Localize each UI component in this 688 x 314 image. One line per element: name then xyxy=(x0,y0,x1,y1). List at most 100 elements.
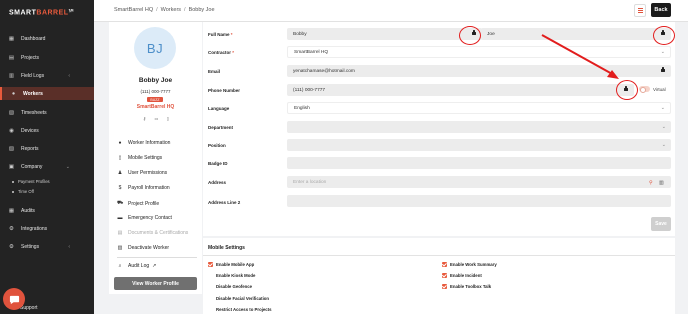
sidebar-item-devices[interactable]: ◉ Devices xyxy=(0,124,94,137)
language-label: Language xyxy=(208,106,230,111)
save-button[interactable]: Save xyxy=(651,217,671,231)
menu-payroll-information[interactable]: $ Payroll Information xyxy=(117,185,170,191)
hamburger-icon xyxy=(637,10,643,11)
chevron-down-icon: ⌄ xyxy=(661,124,666,130)
menu-project-profile[interactable]: ⛟ Project Profile xyxy=(117,200,159,207)
annotation-circle xyxy=(653,26,675,45)
sidebar-item-settings[interactable]: ⚙ Settings ‹ xyxy=(0,240,94,253)
first-name-field[interactable]: Bobby xyxy=(287,28,482,40)
checkbox-checked-icon xyxy=(442,284,447,289)
sidebar-item-timesheets[interactable]: ▧ Timesheets xyxy=(0,106,94,119)
annotation-circle xyxy=(459,26,481,45)
projects-icon: ▤ xyxy=(8,54,15,61)
address-label: Address xyxy=(208,180,227,185)
breadcrumb: SmartBarrel HQ / Workers / Bobby Joe xyxy=(114,7,215,13)
back-button[interactable]: Back xyxy=(651,3,671,17)
virtual-toggle[interactable] xyxy=(639,86,650,93)
last-name-field[interactable]: Joe xyxy=(481,28,671,40)
checkbox-checked-icon xyxy=(208,262,213,267)
menu-emergency-contact[interactable]: ▬ Emergency Contact xyxy=(117,215,172,221)
sidebar-item-field-logs[interactable]: ▥ Field Logs ‹ xyxy=(0,69,94,82)
card-icon[interactable]: ▭ xyxy=(154,116,158,121)
address-line-2-label: Address Line 2 xyxy=(208,200,241,205)
profile-actions: ⚷ ▭ ▯ xyxy=(143,116,169,121)
menu-worker-information[interactable]: ● Worker Information xyxy=(117,140,170,146)
devices-icon: ◉ xyxy=(9,127,14,134)
key-icon[interactable]: ⚷ xyxy=(143,116,146,121)
trash-icon: ▥ xyxy=(117,245,123,251)
badge-id-label: Badge ID xyxy=(208,161,228,166)
truck-icon: ⛟ xyxy=(117,200,124,206)
sidebar-subitem-payment-profiles[interactable]: Payment Profiles xyxy=(12,179,50,184)
sidebar-item-integrations[interactable]: ⚙ Integrations xyxy=(0,222,94,235)
menu-deactivate-worker[interactable]: ▥ Deactivate Worker xyxy=(117,245,169,251)
email-label: Email xyxy=(208,69,221,74)
sidebar-item-reports[interactable]: ▨ Reports xyxy=(0,142,94,155)
search-icon: ⌕ xyxy=(118,263,122,269)
sidebar-item-audits[interactable]: ▦ Audits xyxy=(0,204,94,217)
settings-icon: ⚙ xyxy=(9,243,14,250)
menu-user-permissions[interactable]: ♟ User Permissions xyxy=(117,170,167,176)
email-field[interactable]: yenatchamase@hotmail.com xyxy=(287,65,671,77)
avatar: BJ xyxy=(134,27,176,69)
enable-mobile-app-checkbox[interactable]: Enable Mobile App xyxy=(208,262,254,267)
restrict-access-to-projects-checkbox[interactable]: Restrict Access to Projects xyxy=(208,307,272,312)
virtual-label: Virtual xyxy=(653,87,666,92)
disable-facial-verification-checkbox[interactable]: Disable Facial Verification xyxy=(208,296,269,301)
badge-id-field[interactable] xyxy=(287,157,671,169)
chevron-down-icon: ⌄ xyxy=(661,142,666,148)
app-logo[interactable]: SMARTBARRELTM xyxy=(9,8,74,16)
enable-toolbox-talk-checkbox[interactable]: Enable Toolbox Talk xyxy=(442,284,491,289)
enable-work-summary-checkbox[interactable]: Enable Work Summary xyxy=(442,262,497,267)
collapse-sidebar-icon[interactable]: ⇤ xyxy=(69,8,74,15)
phone-field[interactable]: (111) 000-7777 xyxy=(287,84,634,96)
sidebar-item-dashboard[interactable]: ▦ Dashboard xyxy=(0,32,94,45)
company-icon: ▣ xyxy=(8,163,15,170)
worker-company[interactable]: SmartBarrel HQ xyxy=(109,104,202,110)
chevron-left-icon: ‹ xyxy=(68,243,70,250)
worker-phone: (111) 000-7777 xyxy=(140,89,171,94)
address-field[interactable]: Enter a location xyxy=(287,176,671,188)
disable-geofence-checkbox[interactable]: Disable Geofence xyxy=(208,284,252,289)
person-icon: ● xyxy=(118,140,122,146)
support-chat-button[interactable] xyxy=(3,288,25,310)
mobile-settings-title: Mobile Settings xyxy=(208,245,245,251)
enable-incident-checkbox[interactable]: Enable Incident xyxy=(442,273,482,278)
language-select[interactable]: English ⌄ xyxy=(287,102,671,114)
position-label: Position xyxy=(208,143,226,148)
location-pin-icon[interactable]: ⚲ xyxy=(649,180,653,186)
menu-audit-log[interactable]: ⌕ Audit Log ↗ xyxy=(117,263,157,269)
breadcrumb-company[interactable]: SmartBarrel HQ xyxy=(114,7,153,13)
department-label: Department xyxy=(208,125,234,130)
checkbox-checked-icon xyxy=(442,273,447,278)
phone-icon[interactable]: ▯ xyxy=(167,116,169,121)
sidebar-item-workers[interactable]: ● Workers xyxy=(0,87,94,100)
chevron-down-icon: ⌄ xyxy=(660,105,665,111)
sidebar-item-projects[interactable]: ▤ Projects xyxy=(0,51,94,64)
sidebar-item-company[interactable]: ▣ Company ⌄ xyxy=(0,160,94,173)
top-bar: SmartBarrel HQ / Workers / Bobby Joe Back xyxy=(94,0,688,22)
phone-label: Phone Number xyxy=(208,88,241,93)
dashboard-icon: ▦ xyxy=(8,35,15,42)
document-icon: ▤ xyxy=(117,230,123,236)
checkbox-checked-icon xyxy=(442,262,447,267)
chat-icon xyxy=(9,295,19,304)
menu-mobile-settings[interactable]: ▯ Mobile Settings xyxy=(117,155,163,161)
support-label[interactable]: Support xyxy=(20,305,38,311)
user-lock-icon: ♟ xyxy=(117,170,123,176)
sidebar-subitem-time-off[interactable]: Time Off xyxy=(12,189,34,194)
chevron-down-icon: ⌄ xyxy=(660,49,665,55)
contractor-select[interactable]: SmartBarrel HQ ⌄ xyxy=(287,46,671,58)
position-select[interactable]: ⌄ xyxy=(287,139,671,151)
address-line-2-field[interactable] xyxy=(287,195,671,207)
menu-button[interactable] xyxy=(634,4,646,17)
timesheets-icon: ▧ xyxy=(8,109,15,116)
breadcrumb-workers[interactable]: Workers xyxy=(161,7,181,13)
map-icon[interactable]: ▥ xyxy=(659,180,664,186)
chevron-left-icon: ‹ xyxy=(68,72,70,79)
menu-documents-certifications: ▤ Documents & Certifications xyxy=(117,230,189,236)
annotation-circle xyxy=(616,80,638,100)
view-worker-profile-button[interactable]: View Worker Profile xyxy=(114,277,197,290)
enable-kiosk-mode-checkbox[interactable]: Enable Kiosk Mode xyxy=(208,273,255,278)
department-select[interactable]: ⌄ xyxy=(287,121,671,133)
